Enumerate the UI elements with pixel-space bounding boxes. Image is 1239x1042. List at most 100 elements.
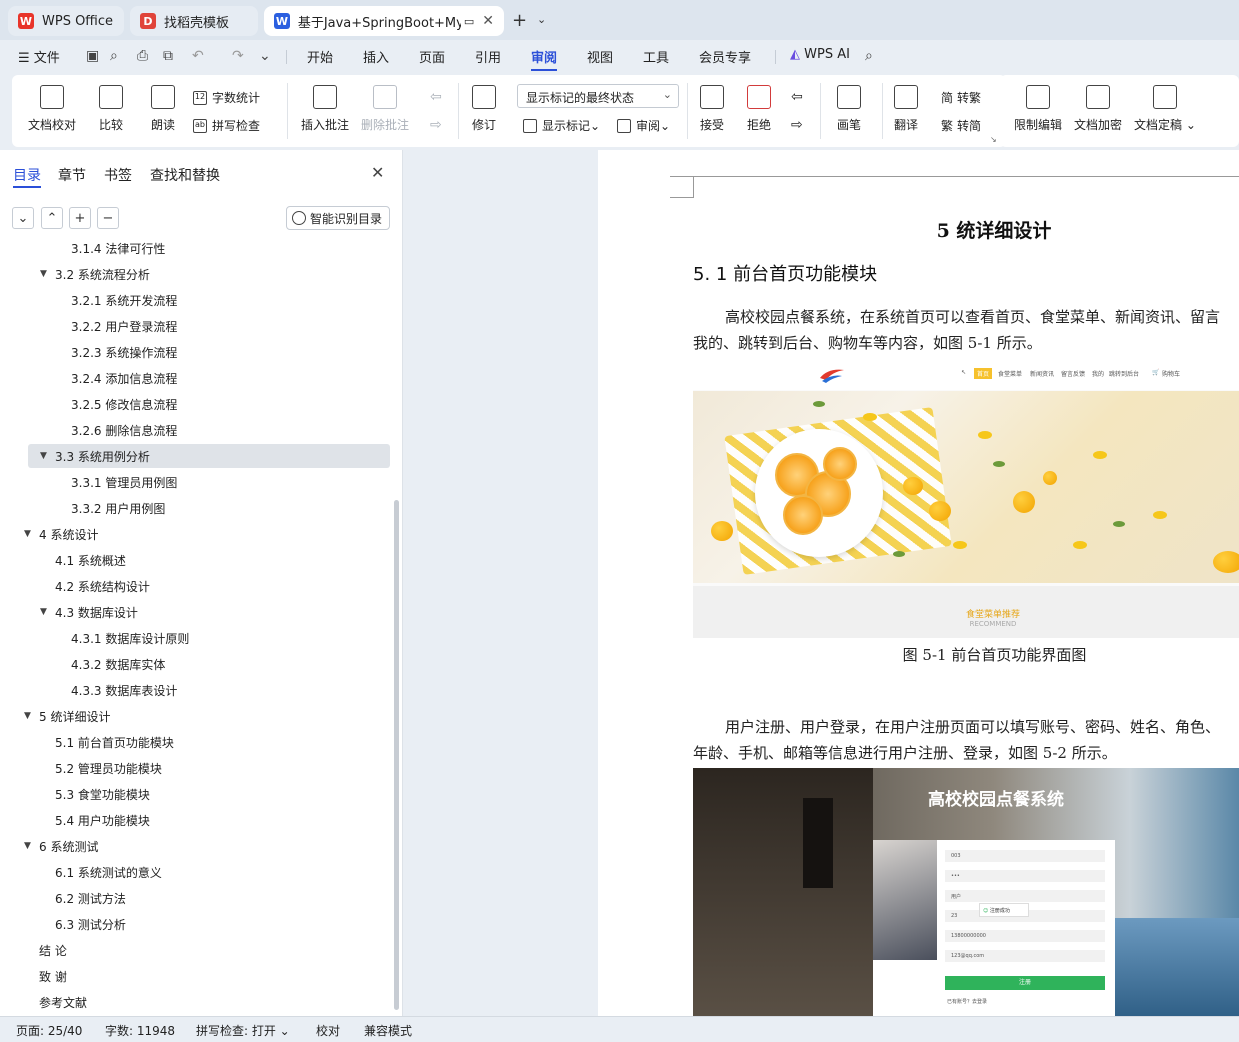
toc-item[interactable]: 3.2.5 修改信息流程 [28,392,390,416]
next-comment-icon[interactable]: ⇨ [430,117,442,133]
toc-item[interactable]: 结 论 [28,938,390,962]
tab-docer-templates[interactable]: D 找稻壳模板 [130,6,258,36]
expand-arrow-icon[interactable]: ▼ [40,451,47,461]
toc-item[interactable]: ▼ 3.3 系统用例分析 [28,444,390,468]
translate-button[interactable]: 翻译 [894,85,918,133]
compare-button[interactable]: 比较 [99,85,123,133]
close-icon[interactable]: ✕ [482,13,494,29]
encrypt-button[interactable]: 文档加密 [1074,85,1122,133]
sidebar-scrollbar[interactable] [394,500,399,1010]
toc-item[interactable]: 3.2.6 删除信息流程 [28,418,390,442]
markup-state-select[interactable]: 显示标记的最终状态 ⌄ [517,84,679,108]
tab-bookmarks[interactable]: 书签 [104,165,132,185]
menu-file[interactable]: ☰ 文件 [18,47,60,66]
toc-item[interactable]: 5.3 食堂功能模块 [28,782,390,806]
close-icon[interactable]: ✕ [371,163,384,182]
spell-check-indicator[interactable]: 拼写检查: 打开 ⌄ [196,1022,290,1039]
expand-arrow-icon[interactable]: ▼ [40,607,47,617]
expand-arrow-icon[interactable]: ▼ [40,269,47,279]
expand-corner-icon[interactable]: ↘ [990,135,997,144]
toc-item[interactable]: ▼ 5 统详细设计 [24,704,390,728]
expand-arrow-icon[interactable]: ▼ [24,711,31,721]
word-count-indicator[interactable]: 字数: 11948 [105,1022,175,1039]
reject-button[interactable]: 拒绝 [747,85,771,133]
toc-item[interactable]: 3.2.4 添加信息流程 [28,366,390,390]
menu-insert[interactable]: 插入 [363,47,389,66]
menu-member[interactable]: 会员专享 [699,47,751,66]
add-heading-button[interactable]: + [69,207,91,229]
toc-item[interactable]: 6.1 系统测试的意义 [28,860,390,884]
toc-item[interactable]: 6.3 测试分析 [28,912,390,936]
expand-arrow-icon[interactable]: ▼ [24,841,31,851]
smart-toc-button[interactable]: 智能识别目录 [286,206,390,230]
print-preview-icon[interactable]: ⧉ [163,48,173,64]
page-indicator[interactable]: 页面: 25/40 [16,1022,82,1039]
prev-change-icon[interactable]: ⇦ [791,89,803,105]
toc-item[interactable]: 参考文献 [28,990,390,1014]
toc-item[interactable]: 5.1 前台首页功能模块 [28,730,390,754]
toc-item[interactable]: 5.2 管理员功能模块 [28,756,390,780]
to-simplified-button[interactable]: 繁转简 [941,117,981,134]
toc-item[interactable]: 6.2 测试方法 [28,886,390,910]
toc-item[interactable]: 3.3.1 管理员用例图 [28,470,390,494]
expand-up-button[interactable]: ⌃ [41,207,63,229]
menu-review[interactable]: 审阅 [531,47,557,66]
chevron-down-icon[interactable]: ⌄ [537,13,546,26]
document-page[interactable]: 5 统详细设计 5. 1 前台首页功能模块 高校校园点餐系统，在系统首页可以查看… [598,150,1239,1016]
toc-item[interactable]: ▼ 4 系统设计 [24,522,390,546]
toc-item[interactable]: ▼ 6 系统测试 [24,834,390,858]
toc-item[interactable]: 5.4 用户功能模块 [28,808,390,832]
show-markup-button[interactable]: 显示标记 ⌄ [523,117,600,134]
accept-button[interactable]: 接受 [700,85,724,133]
doc-proof-button[interactable]: 文档校对 [28,85,76,133]
next-change-icon[interactable]: ⇨ [791,117,803,133]
print-icon[interactable]: ⎙ [137,48,148,64]
toc-item[interactable]: 4.3.3 数据库表设计 [28,678,390,702]
toc-item[interactable]: 3.2.1 系统开发流程 [28,288,390,312]
word-count-button[interactable]: 12 字数统计 [193,89,260,106]
toc-item[interactable]: 4.1 系统概述 [28,548,390,572]
menu-wps-ai[interactable]: ◭ WPS AI [790,47,850,62]
tab-find-replace[interactable]: 查找和替换 [150,165,220,185]
toc-item[interactable]: 3.3.2 用户用例图 [28,496,390,520]
menu-tools[interactable]: 工具 [643,47,669,66]
toc-item[interactable]: 3.2.2 用户登录流程 [28,314,390,338]
spell-check-button[interactable]: ab 拼写检查 [193,117,260,134]
monitor-icon[interactable]: ▭ [464,15,474,28]
prev-comment-icon[interactable]: ⇦ [430,89,442,105]
format-painter-icon[interactable]: ⌕ [110,48,118,64]
menu-page[interactable]: 页面 [419,47,445,66]
to-traditional-button[interactable]: 简转繁 [941,89,981,106]
menu-view[interactable]: 视图 [587,47,613,66]
expand-arrow-icon[interactable]: ▼ [24,529,31,539]
proof-indicator[interactable]: 校对 [316,1022,340,1039]
delete-comment-button[interactable]: 删除批注 [361,85,409,133]
toc-item[interactable]: 4.2 系统结构设计 [28,574,390,598]
toc-item[interactable]: 4.3.2 数据库实体 [28,652,390,676]
save-icon[interactable]: ▣ [86,48,99,64]
tab-current-document[interactable]: W 基于Java+SpringBoot+MyS ▭ ✕ [264,6,504,36]
finalize-button[interactable]: 文档定稿 ⌄ [1134,85,1196,133]
track-changes-button[interactable]: 修订 [472,85,496,133]
tab-wps-office[interactable]: W WPS Office [8,6,124,36]
toc-item[interactable]: ▼ 3.2 系统流程分析 [28,262,390,286]
tab-chapters[interactable]: 章节 [58,165,86,185]
toc-item[interactable]: 3.1.4 法律可行性 [28,238,390,260]
search-icon[interactable]: ⌕ [865,48,873,64]
toc-item[interactable]: 3.2.3 系统操作流程 [28,340,390,364]
review-pane-button[interactable]: 审阅 ⌄ [617,117,670,134]
chevron-down-icon[interactable]: ⌄ [259,48,271,64]
menu-references[interactable]: 引用 [475,47,501,66]
new-tab-button[interactable]: + [512,10,527,31]
toc-item[interactable]: 4.3.1 数据库设计原则 [28,626,390,650]
read-aloud-button[interactable]: 朗读 [151,85,175,133]
tab-toc[interactable]: 目录 [13,165,41,185]
toc-item[interactable]: 致 谢 [28,964,390,988]
pen-button[interactable]: 画笔 [837,85,861,133]
menu-home[interactable]: 开始 [307,47,333,66]
collapse-button[interactable]: ⌄ [12,207,34,229]
remove-heading-button[interactable]: − [97,207,119,229]
insert-comment-button[interactable]: 插入批注 [301,85,349,133]
toc-item[interactable]: ▼ 4.3 数据库设计 [28,600,390,624]
undo-icon[interactable]: ↶ [192,48,204,64]
